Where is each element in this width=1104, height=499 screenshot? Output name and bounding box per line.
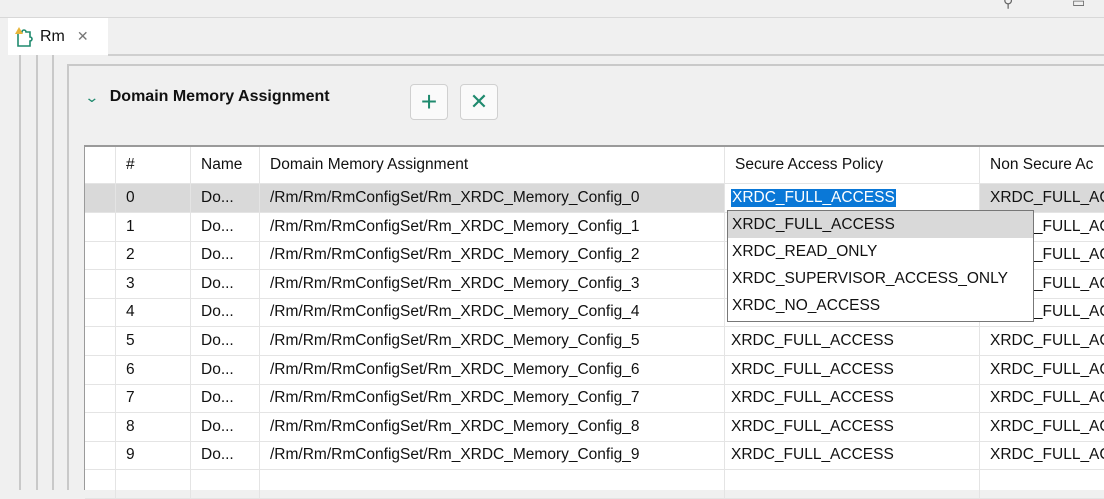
row-name[interactable]: Do...	[191, 298, 260, 327]
table-row[interactable]: 6 Do... /Rm/Rm/RmConfigSet/Rm_XRDC_Memor…	[85, 355, 1104, 385]
row-index: 2	[116, 241, 191, 270]
secure-policy-value: XRDC_FULL_ACCESS	[731, 389, 894, 407]
row-nonsecure-policy[interactable]: XRDC_FULL_AC	[980, 413, 1104, 441]
row-selector[interactable]	[85, 355, 116, 384]
dropdown-option[interactable]: XRDC_SUPERVISOR_ACCESS_ONLY	[728, 265, 1033, 292]
row-assignment[interactable]: /Rm/Rm/RmConfigSet/Rm_XRDC_Memory_Config…	[260, 212, 725, 241]
row-assignment[interactable]: /Rm/Rm/RmConfigSet/Rm_XRDC_Memory_Config…	[260, 184, 725, 212]
row-index: 3	[116, 269, 191, 298]
dropdown-option[interactable]: XRDC_READ_ONLY	[728, 238, 1033, 265]
row-assignment[interactable]: /Rm/Rm/RmConfigSet/Rm_XRDC_Memory_Config…	[260, 269, 725, 298]
secure-policy-value: XRDC_FULL_ACCESS	[731, 332, 894, 349]
row-name[interactable]: Do...	[191, 241, 260, 270]
row-selector[interactable]	[85, 441, 116, 470]
row-selector[interactable]	[85, 298, 116, 327]
top-toolbar: ⚲ ▭	[0, 0, 1104, 18]
plus-icon: +	[420, 86, 438, 117]
row-index: 6	[116, 355, 191, 384]
row-name[interactable]: Do...	[191, 327, 260, 355]
row-selector[interactable]	[85, 269, 116, 298]
row-selector[interactable]	[85, 384, 116, 413]
dropdown-option[interactable]: XRDC_FULL_ACCESS	[728, 211, 1033, 238]
row-secure-policy[interactable]: XRDC_FULL_ACCESS	[725, 184, 980, 212]
row-secure-policy[interactable]: XRDC_FULL_ACCESS	[725, 355, 980, 384]
header-index[interactable]: #	[116, 147, 191, 183]
row-index: 7	[116, 384, 191, 413]
row-index: 5	[116, 327, 191, 355]
warning-puzzle-icon	[14, 26, 34, 48]
divider	[52, 55, 54, 490]
row-assignment[interactable]: /Rm/Rm/RmConfigSet/Rm_XRDC_Memory_Config…	[260, 384, 725, 413]
row-index: 9	[116, 441, 191, 470]
header-assignment[interactable]: Domain Memory Assignment	[260, 147, 725, 183]
layout-icon[interactable]: ▭	[1072, 0, 1085, 11]
secure-policy-editor-value[interactable]: XRDC_FULL_ACCESS	[731, 189, 896, 207]
row-nonsecure-policy[interactable]: XRDC_FULL_AC	[980, 441, 1104, 469]
table-row[interactable]: 8 Do... /Rm/Rm/RmConfigSet/Rm_XRDC_Memor…	[85, 412, 1104, 442]
tab-label: Rm	[40, 27, 65, 45]
row-selector[interactable]	[85, 184, 116, 212]
row-secure-policy[interactable]: XRDC_FULL_ACCESS	[725, 441, 980, 470]
secure-policy-value: XRDC_FULL_ACCESS	[731, 360, 894, 378]
empty-row	[85, 470, 1104, 499]
dropdown-option[interactable]: XRDC_NO_ACCESS	[728, 292, 1033, 319]
remove-button[interactable]: ✕	[460, 84, 498, 120]
row-assignment[interactable]: /Rm/Rm/RmConfigSet/Rm_XRDC_Memory_Config…	[260, 327, 725, 355]
divider	[36, 55, 38, 490]
row-index: 1	[116, 212, 191, 241]
row-index: 4	[116, 298, 191, 327]
row-nonsecure-policy[interactable]: XRDC_FULL_AC	[980, 327, 1104, 355]
section-title: Domain Memory Assignment	[109, 88, 330, 105]
remove-icon: ✕	[469, 89, 489, 114]
row-assignment[interactable]: /Rm/Rm/RmConfigSet/Rm_XRDC_Memory_Config…	[260, 241, 725, 270]
row-assignment[interactable]: /Rm/Rm/RmConfigSet/Rm_XRDC_Memory_Config…	[260, 298, 725, 327]
row-secure-policy[interactable]: XRDC_FULL_ACCESS	[725, 384, 980, 413]
row-selector[interactable]	[85, 241, 116, 270]
table-row[interactable]: 7 Do... /Rm/Rm/RmConfigSet/Rm_XRDC_Memor…	[85, 384, 1104, 414]
table-row[interactable]: 9 Do... /Rm/Rm/RmConfigSet/Rm_XRDC_Memor…	[85, 441, 1104, 471]
divider	[19, 55, 21, 490]
search-icon[interactable]: ⚲	[1003, 0, 1013, 11]
close-icon[interactable]: ✕	[77, 28, 89, 45]
row-selector[interactable]	[85, 327, 116, 355]
section-header[interactable]: ⌄ Domain Memory Assignment	[84, 88, 330, 106]
row-name[interactable]: Do...	[191, 355, 260, 384]
row-name[interactable]: Do...	[191, 269, 260, 298]
tab-divider	[108, 54, 1104, 56]
row-nonsecure-policy[interactable]: XRDC_FULL_AC	[980, 384, 1104, 412]
row-assignment[interactable]: /Rm/Rm/RmConfigSet/Rm_XRDC_Memory_Config…	[260, 355, 725, 384]
row-index: 0	[116, 184, 191, 212]
table-row[interactable]: 0 Do... /Rm/Rm/RmConfigSet/Rm_XRDC_Memor…	[85, 184, 1104, 213]
secure-policy-dropdown[interactable]: XRDC_FULL_ACCESS XRDC_READ_ONLY XRDC_SUPER…	[727, 210, 1034, 322]
header-selector	[85, 147, 116, 183]
header-name[interactable]: Name	[191, 147, 260, 183]
row-name[interactable]: Do...	[191, 441, 260, 470]
row-secure-policy[interactable]: XRDC_FULL_ACCESS	[725, 327, 980, 355]
row-nonsecure-policy[interactable]: XRDC_FULL_AC	[980, 184, 1104, 212]
row-name[interactable]: Do...	[191, 212, 260, 241]
row-name[interactable]: Do...	[191, 384, 260, 413]
row-assignment[interactable]: /Rm/Rm/RmConfigSet/Rm_XRDC_Memory_Config…	[260, 441, 725, 470]
header-nonsecure-policy[interactable]: Non Secure Ac	[980, 147, 1104, 183]
header-secure-policy[interactable]: Secure Access Policy	[725, 147, 980, 183]
row-assignment[interactable]: /Rm/Rm/RmConfigSet/Rm_XRDC_Memory_Config…	[260, 412, 725, 441]
chevron-down-icon[interactable]: ⌄	[84, 89, 99, 106]
row-secure-policy[interactable]: XRDC_FULL_ACCESS	[725, 412, 980, 441]
tab-rm[interactable]: Rm ✕	[8, 18, 108, 55]
row-selector[interactable]	[85, 412, 116, 441]
row-index: 8	[116, 412, 191, 441]
row-nonsecure-policy[interactable]: XRDC_FULL_AC	[980, 356, 1104, 384]
row-name[interactable]: Do...	[191, 184, 260, 212]
row-name[interactable]: Do...	[191, 412, 260, 441]
table-header: # Name Domain Memory Assignment Secure A…	[85, 147, 1104, 184]
secure-policy-value: XRDC_FULL_ACCESS	[731, 417, 894, 435]
row-selector[interactable]	[85, 212, 116, 241]
secure-policy-value: XRDC_FULL_ACCESS	[731, 446, 894, 464]
table-row[interactable]: 5 Do... /Rm/Rm/RmConfigSet/Rm_XRDC_Memor…	[85, 327, 1104, 356]
add-button[interactable]: +	[410, 84, 448, 120]
